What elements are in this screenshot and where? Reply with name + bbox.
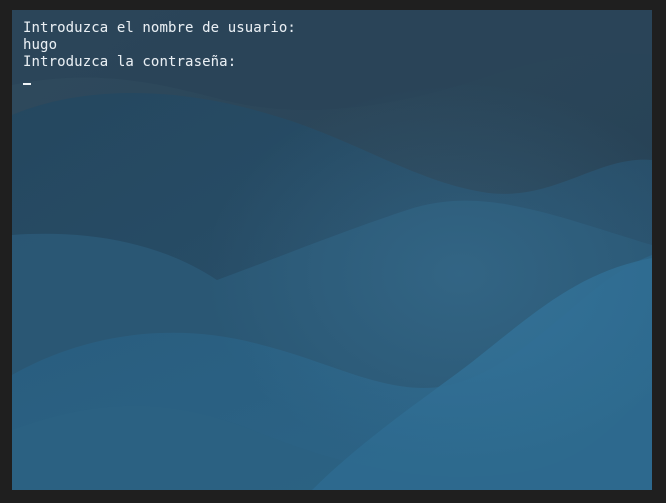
username-prompt: Introduzca el nombre de usuario: [23,20,296,36]
password-prompt: Introduzca la contraseña: [23,54,237,70]
login-screen: Introduzca el nombre de usuario: hugo In… [12,10,652,490]
console-frame: Introduzca el nombre de usuario: hugo In… [0,0,666,503]
text-cursor [23,83,31,85]
username-value: hugo [23,37,58,53]
terminal-output: Introduzca el nombre de usuario: hugo In… [23,20,642,89]
password-input-row[interactable] [23,72,642,89]
